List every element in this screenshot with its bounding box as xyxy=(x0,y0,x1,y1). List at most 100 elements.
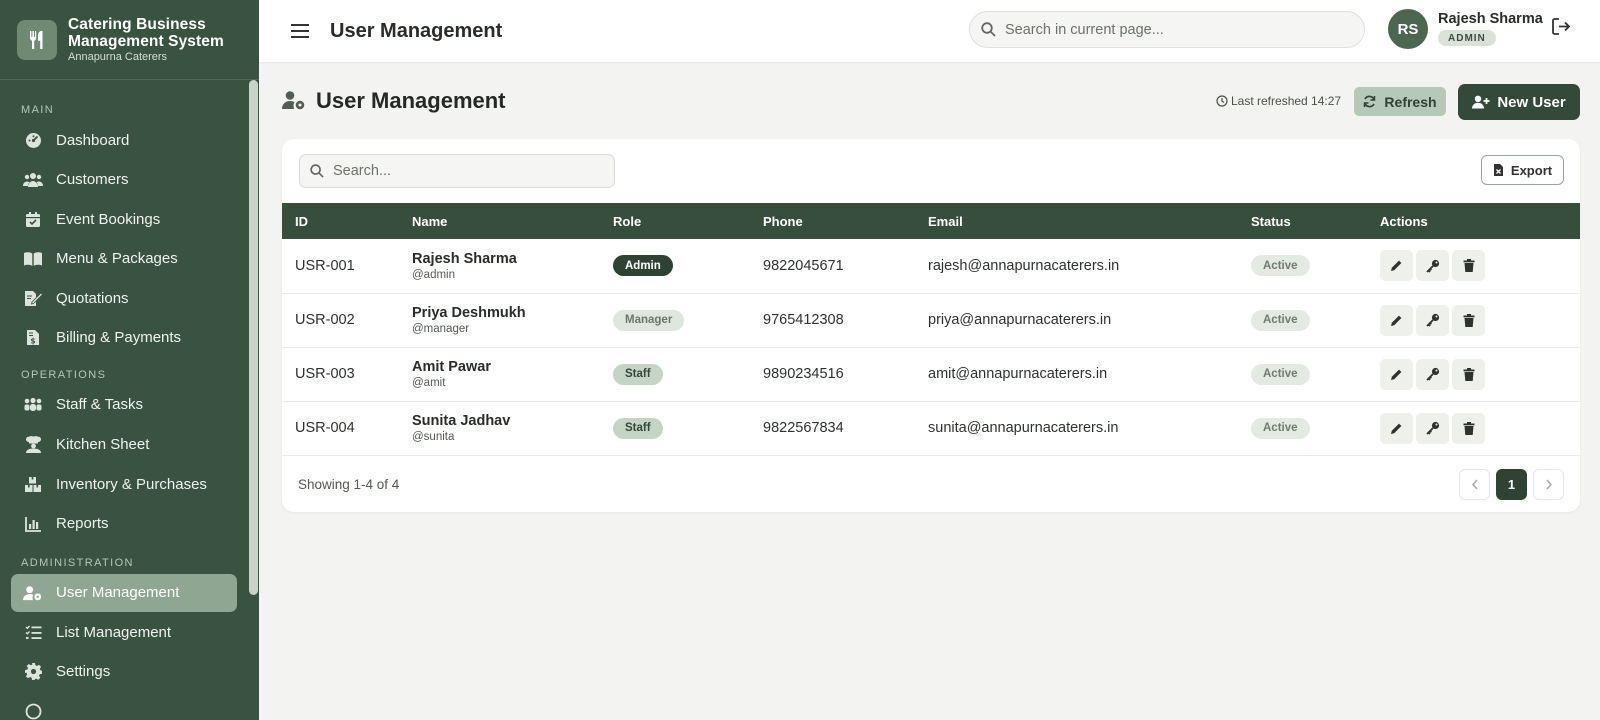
sidebar-item-staff-tasks[interactable]: Staff & Tasks xyxy=(11,386,237,424)
utensils-logo-icon xyxy=(17,19,57,60)
delete-user-button[interactable] xyxy=(1452,358,1485,390)
app-title: Catering Business Management System xyxy=(68,15,224,50)
user-username: @admin xyxy=(412,268,455,281)
user-id: USR-003 xyxy=(282,347,412,402)
page-header: User Management xyxy=(282,88,506,114)
column-header-email[interactable]: Email xyxy=(928,203,1251,239)
pencil-icon xyxy=(1390,259,1403,272)
sidebar-item-inventory-purchases[interactable]: Inventory & Purchases xyxy=(11,465,237,503)
sidebar-item-settings[interactable]: Settings xyxy=(11,653,237,691)
reset-password-button[interactable] xyxy=(1416,358,1449,390)
key-icon xyxy=(1425,367,1440,381)
page-number-button[interactable]: 1 xyxy=(1496,469,1527,500)
sidebar-item-billing-payments[interactable]: $ Billing & Payments xyxy=(11,319,237,357)
reset-password-button[interactable] xyxy=(1416,304,1449,336)
sidebar-item-quotations[interactable]: Quotations xyxy=(11,279,237,317)
delete-user-button[interactable] xyxy=(1452,304,1485,336)
role-badge: Staff xyxy=(613,363,663,385)
sidebar-item-dashboard[interactable]: Dashboard xyxy=(11,121,237,159)
user-email: sunita@annapurnacaterers.in xyxy=(928,401,1251,456)
column-header-id[interactable]: ID xyxy=(282,203,412,239)
role-badge: Staff xyxy=(613,417,663,439)
users-group-icon xyxy=(23,170,43,190)
column-header-phone[interactable]: Phone xyxy=(763,203,928,239)
pagination-summary: Showing 1-4 of 4 xyxy=(298,477,400,492)
new-user-label: New User xyxy=(1497,93,1566,111)
refresh-icon xyxy=(1363,95,1384,108)
user-phone: 9890234516 xyxy=(763,347,928,402)
role-badge: Manager xyxy=(613,309,685,331)
file-export-icon xyxy=(1493,163,1511,177)
reset-password-button[interactable] xyxy=(1416,250,1449,282)
user-username: @manager xyxy=(412,323,470,335)
sidebar-item-user-management[interactable]: User Management xyxy=(11,573,237,612)
last-refreshed: Last refreshed 14:27 xyxy=(1216,94,1341,108)
hamburger-menu-icon[interactable] xyxy=(290,21,310,41)
role-cell: Staff xyxy=(613,401,763,456)
search-icon xyxy=(310,164,324,178)
sidebar-item-kitchen-sheet[interactable]: Kitchen Sheet xyxy=(11,426,237,464)
refresh-button[interactable]: Refresh xyxy=(1354,87,1446,116)
search-icon xyxy=(981,22,996,37)
table-search xyxy=(299,154,615,188)
top-bar: User Management RS Rajesh Sharma ADMIN xyxy=(259,0,1600,62)
reset-password-button[interactable] xyxy=(1416,412,1449,444)
user-full-name: Sunita Jadhav xyxy=(412,413,511,429)
nav-section-administration: ADMINISTRATION xyxy=(21,556,134,569)
edit-user-button[interactable] xyxy=(1380,250,1413,282)
sidebar-item-reports[interactable]: Reports xyxy=(11,505,237,543)
user-name-cell: Amit Pawar @amit xyxy=(412,347,613,402)
status-badge: Active xyxy=(1251,417,1310,439)
table-search-input[interactable] xyxy=(333,163,603,179)
sidebar-item-customers[interactable]: Customers xyxy=(11,161,237,199)
avatar[interactable]: RS xyxy=(1388,9,1428,49)
user-plus-icon xyxy=(1472,95,1497,109)
column-header-name[interactable]: Name xyxy=(412,203,613,239)
pencil-icon xyxy=(1390,314,1403,327)
previous-page-button[interactable] xyxy=(1459,469,1490,500)
sidebar-item-partial[interactable] xyxy=(11,693,237,720)
sidebar-scrollbar[interactable] xyxy=(249,80,258,595)
role-badge: Admin xyxy=(613,255,673,277)
book-open-icon xyxy=(23,249,43,269)
chevron-left-icon xyxy=(1471,479,1479,490)
status-badge: Active xyxy=(1251,255,1310,277)
key-icon xyxy=(1425,421,1440,435)
trash-icon xyxy=(1463,259,1475,273)
role-cell: Staff xyxy=(613,347,763,402)
sidebar-item-label: Staff & Tasks xyxy=(56,396,143,414)
sidebar-item-event-bookings[interactable]: Event Bookings xyxy=(11,200,237,238)
logout-icon[interactable] xyxy=(1552,18,1572,38)
column-header-actions: Actions xyxy=(1380,203,1580,239)
column-header-role[interactable]: Role xyxy=(613,203,763,239)
next-page-button[interactable] xyxy=(1533,469,1564,500)
sidebar-item-label: Quotations xyxy=(56,289,129,307)
column-header-status[interactable]: Status xyxy=(1251,203,1380,239)
new-user-button[interactable]: New User xyxy=(1458,84,1580,120)
user-full-name: Priya Deshmukh xyxy=(412,305,526,321)
delete-user-button[interactable] xyxy=(1452,412,1485,444)
pencil-icon xyxy=(1390,368,1403,381)
global-search-input[interactable] xyxy=(1005,21,1345,38)
edit-user-button[interactable] xyxy=(1380,304,1413,336)
user-full-name: Amit Pawar xyxy=(412,359,491,375)
users-card: Export ID Name Role Phone Email Status A… xyxy=(282,139,1580,512)
sidebar-item-menu-packages[interactable]: Menu & Packages xyxy=(11,240,237,278)
export-label: Export xyxy=(1510,162,1553,178)
delete-user-button[interactable] xyxy=(1452,250,1485,282)
export-button[interactable]: Export xyxy=(1481,155,1564,185)
actions-cell xyxy=(1380,239,1580,294)
sidebar-item-list-management[interactable]: List Management xyxy=(11,613,237,651)
edit-user-button[interactable] xyxy=(1380,412,1413,444)
people-group-icon xyxy=(23,395,43,415)
users-table: ID Name Role Phone Email Status Actions … xyxy=(282,203,1580,456)
svg-text:$: $ xyxy=(30,337,35,346)
pencil-icon xyxy=(1390,422,1403,435)
table-row: USR-004 Sunita Jadhav @sunita Staff 9822… xyxy=(282,401,1580,456)
status-cell: Active xyxy=(1251,239,1380,294)
user-gear-icon xyxy=(282,90,306,112)
gear-icon xyxy=(23,662,43,682)
user-phone: 9822567834 xyxy=(763,401,928,456)
edit-user-button[interactable] xyxy=(1380,358,1413,390)
user-name-cell: Sunita Jadhav @sunita xyxy=(412,401,613,456)
